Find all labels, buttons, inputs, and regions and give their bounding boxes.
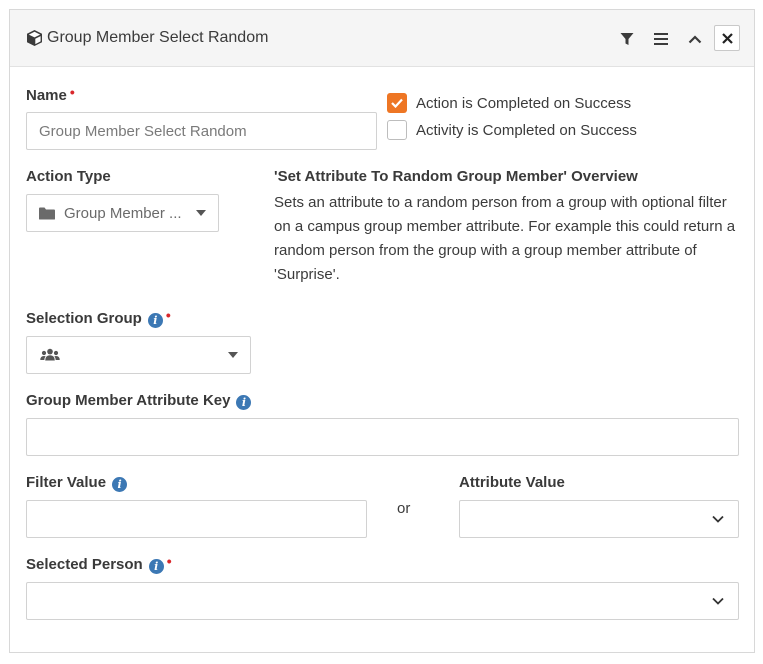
selected-person-select[interactable] [26,582,739,620]
or-separator: or [397,500,411,517]
attribute-key-label: Group Member Attribute Key i [26,392,252,410]
filter-value-label: Filter Value i [26,474,128,492]
check-icon [391,98,403,108]
filter-icon [620,33,634,45]
info-icon[interactable]: i [112,477,128,492]
action-type-label: Action Type [26,168,111,185]
menu-button[interactable] [650,28,672,50]
info-icon[interactable]: i [148,559,164,574]
users-icon [40,348,60,361]
caret-down-icon [196,210,206,216]
collapse-button[interactable] [684,28,706,50]
overview-description: Sets an attribute to a random person fro… [274,194,736,283]
action-type-value: Group Member ... [64,204,182,222]
checkbox-checked[interactable] [387,93,407,113]
attribute-value-select[interactable] [459,500,739,538]
attribute-value-label: Attribute Value [459,474,565,491]
chevron-up-icon [688,34,702,43]
attribute-key-input[interactable] [26,418,739,456]
chevron-down-icon [712,515,724,523]
close-button[interactable] [714,25,740,51]
menu-icon [654,33,668,45]
required-indicator: • [69,84,75,100]
panel-title: Group Member Select Random [47,29,269,46]
required-indicator: • [166,553,172,569]
action-completed-checkbox[interactable]: Action is Completed on Success [387,93,631,113]
action-completed-label: Action is Completed on Success [416,94,632,112]
info-icon[interactable]: i [147,313,163,328]
filter-value-input[interactable] [26,500,367,538]
selection-group-label: Selection Group i • [26,307,171,328]
overview-title: 'Set Attribute To Random Group Member' O… [274,168,638,185]
selected-person-label: Selected Person i • [26,553,172,574]
chevron-down-icon [712,597,724,605]
folder-icon [39,207,55,219]
cube-icon [26,29,44,47]
name-label: Name • [26,84,75,104]
activity-completed-label: Activity is Completed on Success [416,121,637,139]
panel-header: Group Member Select Random [10,10,754,67]
name-input[interactable]: Group Member Select Random [26,112,377,150]
close-icon [721,32,733,44]
activity-completed-checkbox[interactable]: Activity is Completed on Success [387,120,637,140]
info-icon[interactable]: i [236,395,252,410]
required-indicator: • [165,307,171,323]
caret-down-icon [228,352,238,358]
filter-button[interactable] [616,28,638,50]
action-type-picker[interactable]: Group Member ... [26,194,219,232]
checkbox-unchecked[interactable] [387,120,407,140]
selection-group-picker[interactable] [26,336,251,374]
